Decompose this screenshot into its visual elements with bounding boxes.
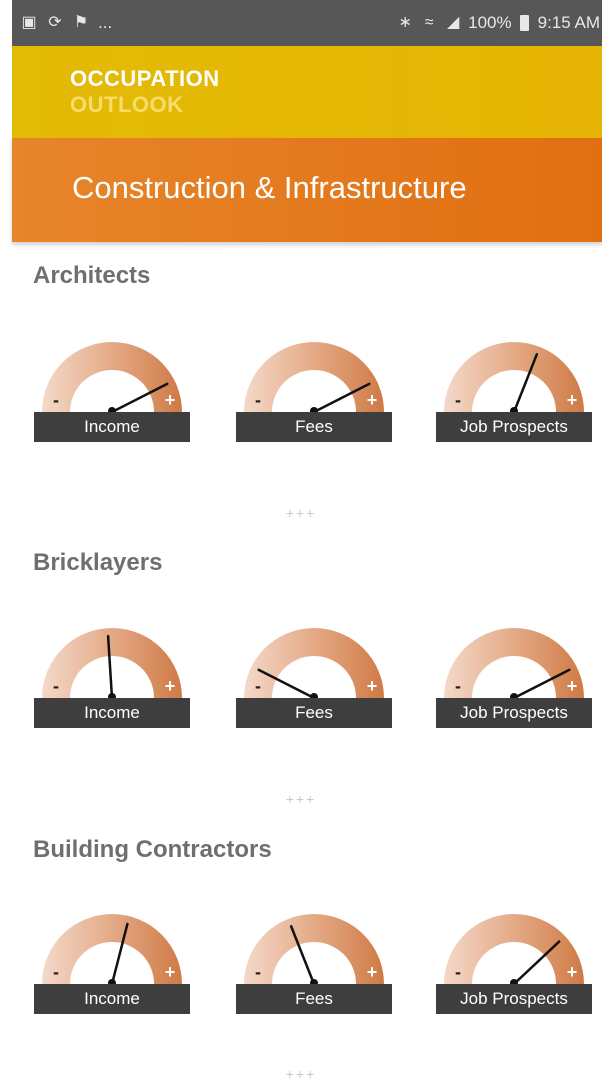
gauge-plus-label: + xyxy=(567,962,578,982)
gauge-label: Job Prospects xyxy=(460,989,568,1008)
bluetooth-icon: ∗ xyxy=(398,14,412,31)
gauge-plus-label: + xyxy=(367,390,378,410)
gauge-minus-label: - xyxy=(53,390,59,410)
gauge-label-bar: Fees xyxy=(236,698,392,728)
status-more-text: ... xyxy=(98,13,113,32)
gauge-label-bar: Income xyxy=(34,412,190,442)
category-bar[interactable]: Construction & Infrastructure xyxy=(12,138,602,242)
section-separator: +++ xyxy=(285,1066,317,1080)
gauge-plus-label: + xyxy=(367,962,378,982)
gauge-label-bar: Income xyxy=(34,984,190,1014)
gauge-plus-label: + xyxy=(165,962,176,982)
app-title-line1: OCCUPATION xyxy=(70,66,220,91)
gauge-label: Income xyxy=(84,989,140,1008)
gauge-label-bar: Job Prospects xyxy=(436,698,592,728)
signal-icon: ◢ xyxy=(446,14,460,31)
gauge-building-contractors-job-prospects[interactable]: - + Job Prospects xyxy=(436,902,592,1020)
gauge-plus-label: + xyxy=(567,676,578,696)
app-title-line2: OUTLOOK xyxy=(70,92,184,117)
gauge-label: Job Prospects xyxy=(460,417,568,436)
gauge-plus-label: + xyxy=(567,390,578,410)
gauge-minus-label: - xyxy=(455,676,461,696)
gauge-plus-label: + xyxy=(165,390,176,410)
gauge-label: Income xyxy=(84,703,140,722)
section-separator: +++ xyxy=(285,791,317,807)
gauge-label-bar: Job Prospects xyxy=(436,412,592,442)
battery-percent: 100% xyxy=(468,13,512,32)
picture-icon: ▣ xyxy=(21,14,37,31)
gauge-bricklayers-job-prospects[interactable]: - + Job Prospects xyxy=(436,616,592,734)
gauge-label: Fees xyxy=(295,989,333,1008)
gauge-minus-label: - xyxy=(255,962,261,982)
gauge-minus-label: - xyxy=(455,962,461,982)
status-bar-left: ▣ ⟳ ⚑ ... xyxy=(20,0,112,46)
sync-icon: ⟳ xyxy=(48,14,62,31)
gauge-dial: - + xyxy=(244,628,384,701)
gauge-label-bar: Fees xyxy=(236,984,392,1014)
gauge-bricklayers-income[interactable]: - + Income xyxy=(34,616,190,734)
gauge-label: Fees xyxy=(295,703,333,722)
gauge-minus-label: - xyxy=(255,390,261,410)
gauge-building-contractors-fees[interactable]: - + Fees xyxy=(236,902,392,1020)
wifi-icon: ≈ xyxy=(424,14,434,31)
occupation-title-building-contractors[interactable]: Building Contractors xyxy=(33,836,272,864)
gauge-dial: - + xyxy=(444,914,584,987)
gauge-label: Fees xyxy=(295,417,333,436)
app-header: OCCUPATION OUTLOOK xyxy=(12,46,602,138)
gauge-architects-income[interactable]: - + Income xyxy=(34,330,190,448)
gauge-architects-job-prospects[interactable]: - + Job Prospects xyxy=(436,330,592,448)
category-title: Construction & Infrastructure xyxy=(72,170,467,205)
gauge-label-bar: Fees xyxy=(236,412,392,442)
occupation-title-architects[interactable]: Architects xyxy=(33,262,150,290)
gauge-minus-label: - xyxy=(455,390,461,410)
section-separator: +++ xyxy=(285,505,317,521)
gauge-label: Income xyxy=(84,417,140,436)
flag-icon: ⚑ xyxy=(73,14,89,31)
gauge-minus-label: - xyxy=(53,676,59,696)
gauge-plus-label: + xyxy=(165,676,176,696)
gauge-minus-label: - xyxy=(255,676,261,696)
gauge-plus-label: + xyxy=(367,676,378,696)
gauge-dial: - + xyxy=(444,342,584,415)
status-bar: ▣ ⟳ ⚑ ... ∗ ≈ ◢ 100% 9:15 AM xyxy=(12,0,602,46)
status-bar-right: ∗ ≈ ◢ 100% 9:15 AM xyxy=(396,0,600,46)
gauge-label-bar: Job Prospects xyxy=(436,984,592,1014)
gauge-dial: - + xyxy=(42,628,182,701)
gauge-dial: - + xyxy=(42,342,182,415)
gauge-architects-fees[interactable]: - + Fees xyxy=(236,330,392,448)
gauge-minus-label: - xyxy=(53,962,59,982)
gauge-building-contractors-income[interactable]: - + Income xyxy=(34,902,190,1020)
battery-icon xyxy=(519,15,529,31)
gauge-dial: - + xyxy=(444,628,584,701)
gauge-dial: - + xyxy=(244,342,384,415)
gauge-bricklayers-fees[interactable]: - + Fees xyxy=(236,616,392,734)
occupation-title-bricklayers[interactable]: Bricklayers xyxy=(33,549,162,577)
gauge-label-bar: Income xyxy=(34,698,190,728)
gauge-dial: - + xyxy=(244,914,384,987)
gauge-label: Job Prospects xyxy=(460,703,568,722)
status-time: 9:15 AM xyxy=(537,13,600,32)
gauge-dial: - + xyxy=(42,914,182,987)
app-screen: ▣ ⟳ ⚑ ... ∗ ≈ ◢ 100% 9:15 AM OCCUPATION … xyxy=(0,0,602,1080)
